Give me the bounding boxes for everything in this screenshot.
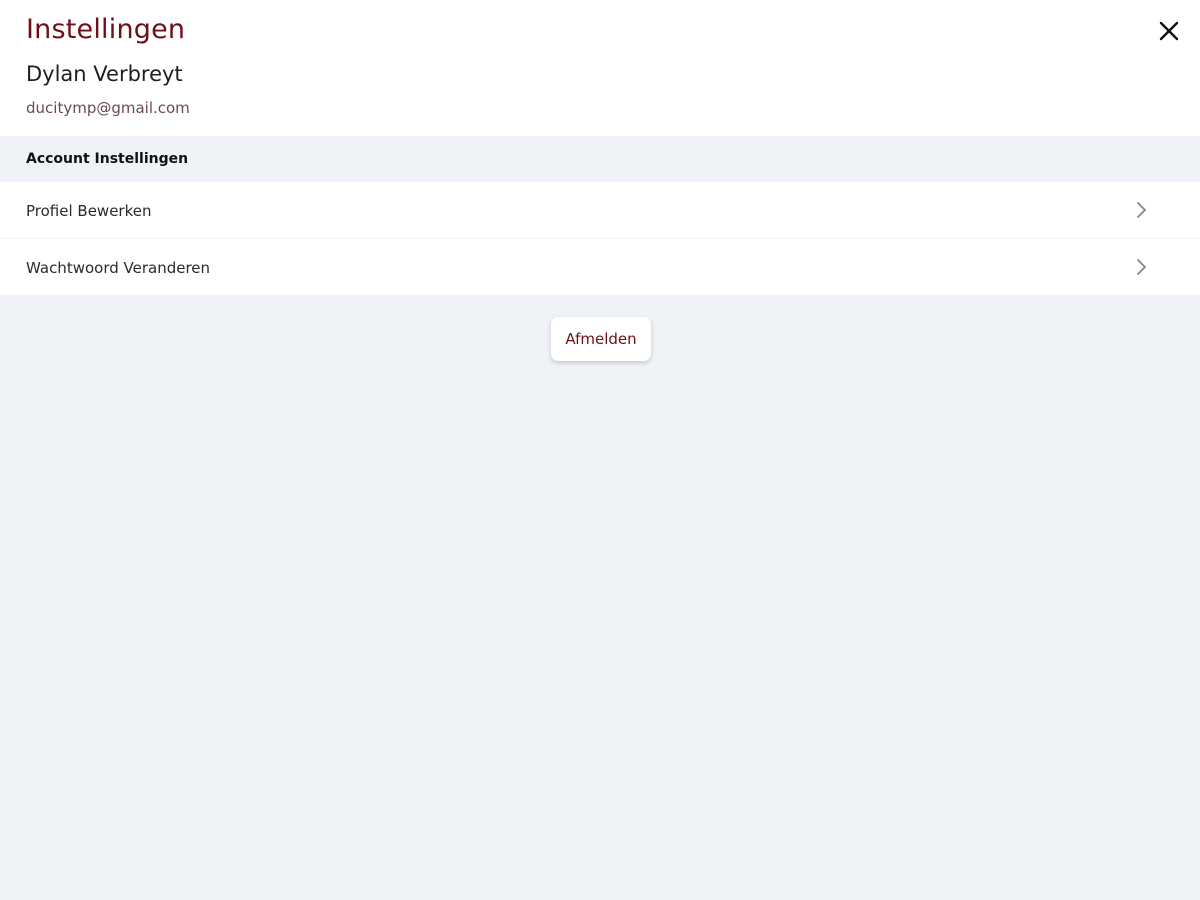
user-name: Dylan Verbreyt [26, 62, 183, 86]
chevron-right-icon [1137, 202, 1146, 218]
chevron-right-icon [1137, 259, 1146, 275]
menu-item-label: Wachtwoord Veranderen [26, 259, 211, 277]
user-email: ducitymp@gmail.com [26, 99, 190, 117]
close-icon [1159, 21, 1179, 41]
settings-header: Instellingen Dylan Verbreyt ducitymp@gma… [0, 0, 1200, 136]
close-button[interactable] [1152, 14, 1186, 48]
menu-item-edit-profile[interactable]: Profiel Bewerken [0, 182, 1200, 239]
section-title: Account Instellingen [26, 151, 189, 167]
menu-item-label: Profiel Bewerken [26, 202, 152, 220]
logout-button[interactable]: Afmelden [551, 317, 651, 361]
page-title: Instellingen [26, 14, 186, 45]
menu-item-change-password[interactable]: Wachtwoord Veranderen [0, 239, 1200, 295]
account-settings-section-header: Account Instellingen [0, 136, 1200, 182]
